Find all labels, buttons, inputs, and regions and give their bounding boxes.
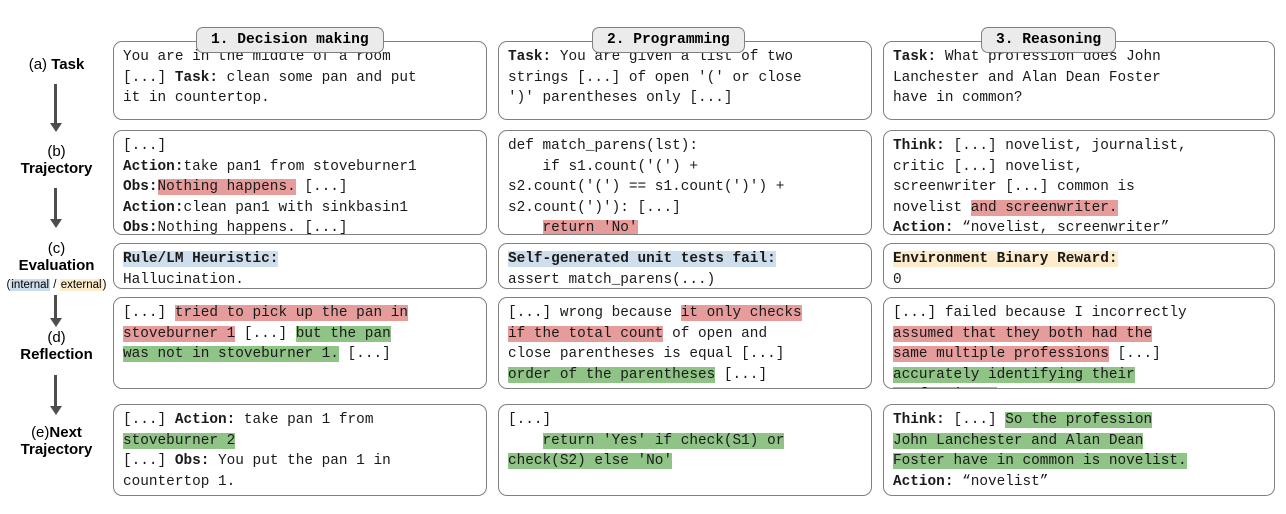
panel-evaluation-reasoning: Environment Binary Reward: 0 [883, 243, 1275, 289]
column-tab-programming[interactable]: 2. Programming [592, 27, 745, 53]
row-name-reflection: Reflection [0, 346, 113, 363]
panel-reflection-reasoning: [...] failed because I incorrectly assum… [883, 297, 1275, 389]
reflexion-pipeline-figure: (a) Task (b) Trajectory (c) Evaluation (… [0, 0, 1286, 514]
arrow-evaluation-to-reflection [54, 295, 57, 319]
row-label-next-trajectory: (e)Next Trajectory [0, 424, 113, 458]
column-tab-decision-making[interactable]: 1. Decision making [196, 27, 384, 53]
row-label-task: (a) Task [0, 56, 113, 73]
row-tag-e-line: (e)Next [0, 424, 113, 441]
row-label-evaluation: (c) Evaluation [0, 240, 113, 274]
arrow-task-to-trajectory [54, 84, 57, 124]
column-tab-reasoning[interactable]: 3. Reasoning [981, 27, 1116, 53]
panel-trajectory-decision-making: [...] Action:take pan1 from stoveburner1… [113, 130, 487, 235]
row-name-trajectory: Trajectory [0, 160, 113, 177]
row-name-task: Task [51, 56, 84, 73]
sublabel-internal: internal [10, 279, 50, 291]
row-label-trajectory: (b) Trajectory [0, 143, 113, 177]
sublabel-external: external [60, 279, 103, 291]
arrow-reflection-to-next-trajectory [54, 375, 57, 407]
panel-trajectory-programming: def match_parens(lst): if s1.count('(') … [498, 130, 872, 235]
row-tag-c: (c) [0, 240, 113, 257]
sublabel-separator: / [50, 279, 60, 291]
row-name-evaluation: Evaluation [0, 257, 113, 274]
row-name-next: Next [49, 424, 82, 441]
row-label-reflection: (d) Reflection [0, 329, 113, 363]
panel-next-trajectory-decision-making: [...] Action: take pan 1 from stoveburne… [113, 404, 487, 496]
panel-reflection-programming: [...] wrong because it only checks if th… [498, 297, 872, 389]
panel-reflection-decision-making: [...] tried to pick up the pan in stoveb… [113, 297, 487, 389]
row-tag-d: (d) [0, 329, 113, 346]
sublabel-close-paren: ) [103, 279, 107, 291]
panel-trajectory-reasoning: Think: [...] novelist, journalist, criti… [883, 130, 1275, 235]
row-label-column: (a) Task (b) Trajectory (c) Evaluation (… [0, 0, 113, 514]
row-tag-a: (a) [29, 56, 47, 73]
row-tag-e: (e) [31, 424, 49, 441]
row-sublabel-internal-external: (internal / external) [0, 279, 113, 291]
row-tag-b: (b) [0, 143, 113, 160]
panel-next-trajectory-programming: [...] return 'Yes' if check(S1) or check… [498, 404, 872, 496]
panel-evaluation-programming: Self-generated unit tests fail: assert m… [498, 243, 872, 289]
row-name-next-trajectory: Trajectory [0, 441, 113, 458]
arrow-trajectory-to-evaluation [54, 188, 57, 220]
panel-next-trajectory-reasoning: Think: [...] So the profession John Lanc… [883, 404, 1275, 496]
panel-evaluation-decision-making: Rule/LM Heuristic: Hallucination. [113, 243, 487, 289]
